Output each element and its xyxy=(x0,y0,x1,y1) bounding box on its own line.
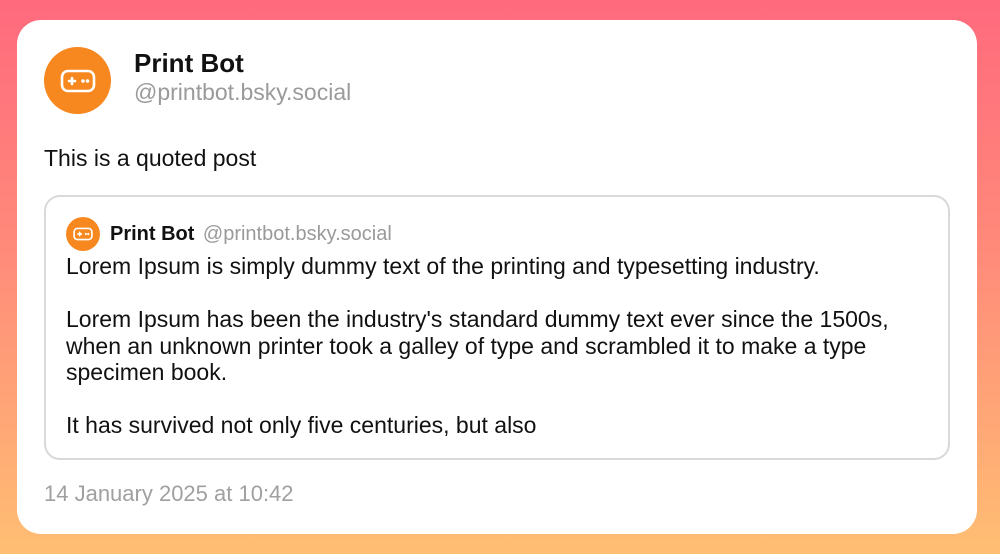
quoted-paragraph: Lorem Ipsum is simply dummy text of the … xyxy=(66,253,820,279)
quoted-post-header: Print Bot @printbot.bsky.social xyxy=(110,222,392,248)
gamepad-icon xyxy=(60,69,95,92)
quoted-paragraph: It has survived not only five centuries,… xyxy=(66,412,537,438)
author-avatar[interactable] xyxy=(44,47,111,114)
post-text: This is a quoted post xyxy=(44,145,257,171)
post-card: Print Bot @printbot.bsky.social This is … xyxy=(17,20,977,534)
author-name[interactable]: Print Bot xyxy=(134,48,244,78)
quoted-post-body: Lorem Ipsum is simply dummy text of the … xyxy=(66,253,936,439)
quoted-post[interactable]: Print Bot @printbot.bsky.social Lorem Ip… xyxy=(44,195,950,460)
gamepad-icon xyxy=(73,227,93,241)
quoted-author-handle[interactable]: @printbot.bsky.social xyxy=(203,223,392,245)
post-timestamp[interactable]: 14 January 2025 at 10:42 xyxy=(44,480,294,508)
author-handle[interactable]: @printbot.bsky.social xyxy=(134,78,351,106)
quoted-author-name[interactable]: Print Bot xyxy=(110,223,194,245)
quoted-paragraph: Lorem Ipsum has been the industry's stan… xyxy=(66,306,889,385)
quoted-author-avatar[interactable] xyxy=(66,217,100,251)
